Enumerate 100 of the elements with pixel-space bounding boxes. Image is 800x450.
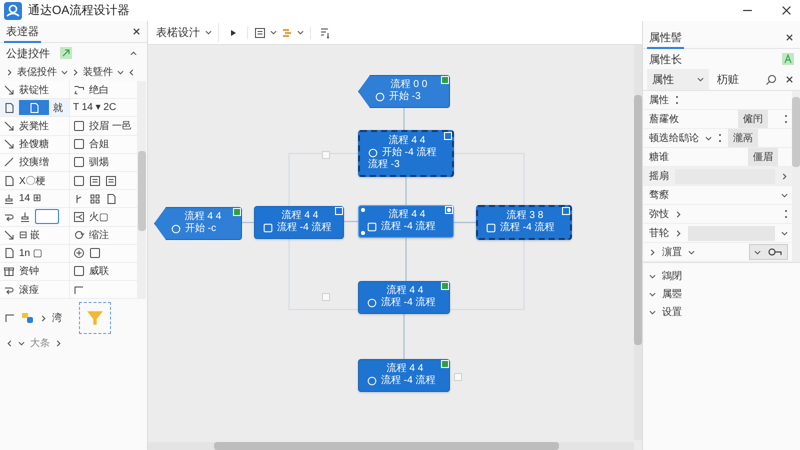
caret-down-icon[interactable] (649, 308, 656, 316)
section-label[interactable]: 属瞾 (662, 287, 682, 301)
property-label: 顿迭给鸱论 (649, 132, 699, 145)
tool-label[interactable]: T 14 ▾ 2C (73, 102, 116, 114)
caret-down-icon[interactable] (18, 340, 25, 347)
caret-right-icon[interactable] (675, 210, 682, 218)
scrollbar[interactable] (792, 91, 800, 262)
tool-label[interactable]: 挍痍缯 (19, 155, 49, 170)
caret-down-icon[interactable] (688, 248, 695, 256)
caret-down-icon[interactable] (117, 68, 124, 76)
close-icon[interactable] (132, 27, 141, 36)
scrollbar[interactable] (148, 442, 634, 450)
tool-label[interactable]: 滚痖 (19, 282, 39, 297)
caret-down-icon[interactable] (697, 76, 704, 83)
more-icon[interactable] (784, 208, 788, 220)
flow-node[interactable]: 流程 4 4 开始 -4 流程 流程 -3 (358, 130, 454, 177)
caret-up-icon[interactable] (130, 50, 137, 56)
resize-handle[interactable] (360, 230, 366, 236)
caret-down-icon[interactable] (781, 192, 788, 198)
more-icon[interactable] (675, 94, 679, 106)
caret-right-icon[interactable] (72, 68, 79, 76)
property-button[interactable]: 瀧鬲 (728, 129, 758, 147)
tool-label[interactable]: 合姐 (89, 137, 109, 152)
flow-node[interactable]: 流程 0 0 开始 -3 (358, 75, 450, 108)
caret-down-icon[interactable] (205, 29, 212, 36)
circle-icon (171, 224, 181, 234)
column-header[interactable]: 装曁件 (83, 65, 113, 79)
waypoint-handle[interactable] (322, 293, 330, 301)
caret-down-icon[interactable] (61, 68, 68, 76)
caret-right-icon[interactable] (675, 230, 682, 236)
caret-down-icon[interactable] (649, 290, 656, 298)
sort-icon[interactable] (319, 26, 331, 38)
tool-label[interactable]: 炭凳性 (19, 118, 49, 133)
tool-label[interactable]: ⊟ 嵌 (19, 228, 40, 242)
caret-left-icon[interactable] (128, 68, 135, 76)
tool-label[interactable]: 湾 (52, 311, 62, 326)
list-icon (254, 26, 266, 38)
caret-down-icon[interactable] (754, 248, 761, 256)
waypoint-handle[interactable] (454, 373, 462, 381)
property-button[interactable]: 僱闬 (738, 110, 768, 128)
tool-label[interactable]: 火▢ (89, 210, 108, 224)
tool-label[interactable]: 驯煬 (89, 155, 109, 170)
scrollbar[interactable] (634, 45, 642, 440)
scrollbar[interactable] (138, 81, 146, 300)
tool-label[interactable]: 缩注 (89, 228, 109, 242)
more-icon[interactable] (718, 132, 722, 144)
tool-label[interactable]: 挍眉 一邑 (89, 118, 132, 133)
waypoint-handle[interactable] (322, 151, 330, 159)
caret-down-icon[interactable] (705, 134, 712, 142)
folder-arrow-icon (73, 84, 85, 96)
panel-tab[interactable]: 杤赃 (717, 72, 757, 87)
tool-label[interactable]: 获锭性 (19, 82, 49, 97)
tool-label[interactable]: 就 (53, 100, 63, 115)
list-icon (105, 174, 117, 187)
caret-right-icon[interactable] (40, 314, 47, 322)
caret-right-icon[interactable] (781, 172, 788, 180)
connector-line (454, 222, 476, 224)
caret-right-icon[interactable] (6, 68, 13, 76)
flow-node[interactable]: 流程 3 8 流程 -4 流程 (476, 205, 572, 240)
column-header[interactable]: 表僫投件 (17, 65, 57, 79)
resize-handle[interactable] (360, 207, 366, 213)
close-icon[interactable] (781, 5, 792, 16)
design-menu[interactable]: 表楉设汁 (154, 23, 219, 42)
node-title: 流程 4 4 (184, 211, 222, 223)
tool-label[interactable]: X〇梗 (19, 174, 46, 188)
close-icon[interactable] (785, 33, 794, 42)
section-label[interactable]: 设置 (662, 305, 682, 319)
caret-down-icon[interactable] (649, 272, 656, 280)
flow-node[interactable]: 流程 4 4 流程 -4 流程 (358, 205, 454, 238)
tool-label[interactable]: 资钟 (19, 264, 39, 278)
corner-line-icon (73, 284, 85, 296)
flow-node[interactable]: 流程 4 4 流程 -4 流程 (254, 206, 344, 239)
flow-node[interactable]: 流程 4 4 流程 -4 流程 (358, 359, 450, 392)
caret-down-icon[interactable] (781, 230, 788, 236)
close-icon[interactable] (785, 75, 794, 84)
flow-node[interactable]: 流程 4 4 流程 -4 流程 (358, 281, 450, 314)
selected-tool[interactable] (19, 100, 49, 116)
caret-down-icon[interactable] (297, 29, 304, 36)
section-label[interactable]: 鶎閉 (662, 269, 682, 283)
node-title: 流程 0 0 (390, 79, 428, 91)
tool-label[interactable]: 14 ⊞ (19, 193, 42, 204)
caret-left-icon[interactable] (6, 340, 13, 347)
input-field[interactable] (35, 209, 59, 224)
caret-right-icon[interactable] (55, 340, 62, 347)
flow-node[interactable]: 流程 4 4 开始 -c (154, 207, 242, 240)
tool-label[interactable]: 1n ▢ (19, 248, 42, 259)
tool-label[interactable]: 绝白 (89, 82, 109, 97)
key-picker[interactable] (749, 244, 788, 260)
more-icon[interactable] (784, 113, 788, 125)
panel-tab[interactable]: 属性髻 (647, 26, 684, 48)
property-button[interactable]: 僵眉 (748, 148, 778, 166)
tool-label[interactable]: 威联 (89, 264, 109, 278)
filter-tool[interactable] (79, 302, 111, 334)
search-icon[interactable] (765, 74, 777, 86)
property-dropdown[interactable]: 属性 (647, 69, 709, 90)
node-text: 开始 -c (185, 223, 216, 235)
caret-down-icon[interactable] (270, 29, 277, 36)
panel-tab[interactable]: 表逹器 (4, 20, 41, 42)
tool-label[interactable]: 拴馊糖 (19, 137, 49, 152)
caret-right-icon[interactable] (649, 248, 656, 256)
